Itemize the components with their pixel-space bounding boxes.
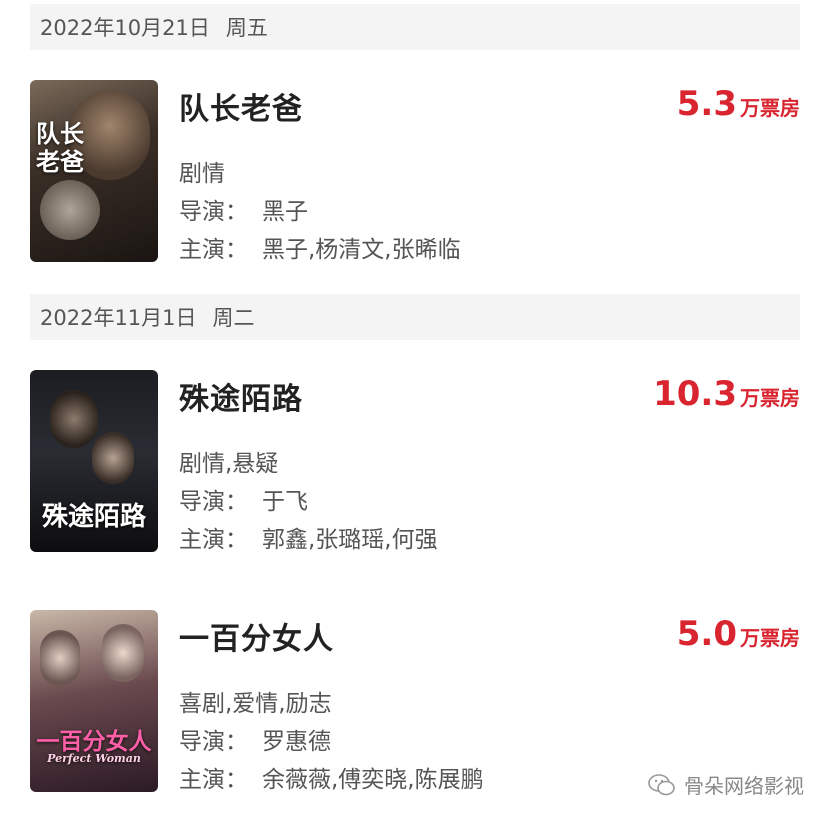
cast-line: 主演： 郭鑫,张璐瑶,何强 bbox=[179, 520, 438, 554]
cast-line: 主演： 黑子,杨清文,张晞临 bbox=[179, 230, 461, 264]
box-office: 5.0 万票房 bbox=[677, 614, 800, 654]
box-office: 5.3 万票房 bbox=[677, 84, 800, 124]
box-office-unit: 万票房 bbox=[740, 626, 800, 650]
watermark: 骨朵网络影视 bbox=[648, 770, 804, 799]
movie-title[interactable]: 殊途陌路 bbox=[179, 374, 303, 418]
box-office-unit: 万票房 bbox=[740, 96, 800, 120]
poster-title: 殊途陌路 bbox=[41, 502, 146, 532]
director-value: 罗惠德 bbox=[262, 729, 331, 755]
watermark-text: 骨朵网络影视 bbox=[684, 774, 804, 798]
movie-card[interactable]: 殊途陌路 殊途陌路 10.3 万票房 剧情,悬疑 导演： 于飞 主演： 郭鑫,张璐瑶… bbox=[30, 370, 800, 554]
cast-value: 黑子,杨清文,张晞临 bbox=[262, 237, 461, 263]
box-office-value: 10.3 bbox=[653, 374, 737, 414]
poster-title: 一百分女人 bbox=[36, 728, 152, 755]
director-line: 导演： 于飞 bbox=[179, 482, 308, 516]
genre-text: 剧情 bbox=[179, 161, 225, 187]
box-office-value: 5.3 bbox=[676, 84, 737, 124]
poster-title: 队长老爸 bbox=[36, 119, 84, 176]
date-text: 2022年10月21日 bbox=[40, 16, 210, 40]
director-value: 于飞 bbox=[262, 489, 308, 515]
movie-title[interactable]: 队长老爸 bbox=[179, 84, 303, 128]
cast-label: 主演： bbox=[179, 237, 248, 263]
cast-line: 主演： 余薇薇,傅奕晓,陈展鹏 bbox=[179, 760, 484, 794]
box-office-value: 5.0 bbox=[676, 614, 737, 654]
date-header: 2022年11月1日 周二 bbox=[30, 294, 800, 340]
cast-value: 余薇薇,傅奕晓,陈展鹏 bbox=[262, 767, 484, 793]
movie-card[interactable]: 一百分女人 Perfect Woman 一百分女人 5.0 万票房 喜剧,爱情,… bbox=[30, 610, 800, 794]
movie-poster[interactable]: 殊途陌路 bbox=[30, 370, 158, 552]
weekday-text: 周五 bbox=[225, 16, 268, 40]
movie-card[interactable]: 队长老爸 队长老爸 5.3 万票房 剧情 导演： 黑子 主演： 黑子,杨清文,张晞临 bbox=[30, 80, 800, 264]
wechat-icon bbox=[648, 773, 675, 795]
cast-label: 主演： bbox=[179, 767, 248, 793]
date-text: 2022年11月1日 bbox=[40, 306, 197, 330]
cast-label: 主演： bbox=[179, 527, 248, 553]
director-label: 导演： bbox=[179, 729, 248, 755]
movie-poster[interactable]: 一百分女人 Perfect Woman bbox=[30, 610, 158, 792]
director-line: 导演： 罗惠德 bbox=[179, 722, 331, 756]
poster-subtitle: Perfect Woman bbox=[47, 752, 141, 765]
genre-text: 剧情,悬疑 bbox=[179, 451, 279, 477]
genre-text: 喜剧,爱情,励志 bbox=[179, 691, 332, 717]
movie-title[interactable]: 一百分女人 bbox=[179, 614, 334, 658]
movie-poster[interactable]: 队长老爸 bbox=[30, 80, 158, 262]
date-header: 2022年10月21日 周五 bbox=[30, 4, 800, 50]
box-office-unit: 万票房 bbox=[740, 386, 800, 410]
director-line: 导演： 黑子 bbox=[179, 192, 308, 226]
box-office: 10.3 万票房 bbox=[653, 374, 800, 414]
director-label: 导演： bbox=[179, 489, 248, 515]
director-label: 导演： bbox=[179, 199, 248, 225]
weekday-text: 周二 bbox=[212, 306, 255, 330]
cast-value: 郭鑫,张璐瑶,何强 bbox=[262, 527, 438, 553]
director-value: 黑子 bbox=[262, 199, 308, 225]
